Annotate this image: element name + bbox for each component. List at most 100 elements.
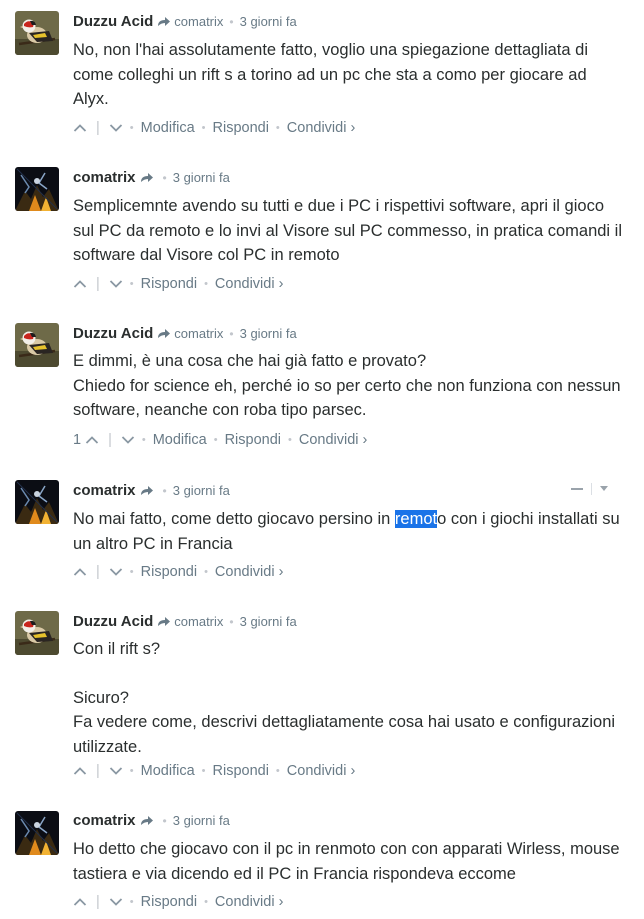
- reply-button[interactable]: Rispondi: [213, 120, 269, 136]
- separator-dot: •: [129, 278, 134, 291]
- reply-to-link[interactable]: comatrix: [174, 614, 223, 629]
- share-button[interactable]: Condividi ›: [215, 276, 284, 292]
- downvote-icon[interactable]: [109, 123, 123, 133]
- share-arrow-icon: [140, 171, 154, 183]
- comment-header: Duzzu Acid comatrix • 3 giorni fa: [73, 325, 297, 343]
- text-before-selection: No mai fatto, come detto giocavo persino…: [73, 510, 395, 528]
- timestamp[interactable]: 3 giorni fa: [240, 614, 297, 629]
- comment-text: E dimmi, è una cosa che hai già fatto e …: [73, 352, 427, 370]
- comment-footer: | • Rispondi • Condividi ›: [73, 893, 283, 911]
- upvote-icon[interactable]: [73, 897, 87, 907]
- edit-button[interactable]: Modifica: [141, 120, 195, 136]
- comment-body: Con il rift s? Sicuro? Fa vedere come, d…: [73, 637, 623, 759]
- avatar[interactable]: [15, 323, 59, 367]
- reply-to-link[interactable]: comatrix: [174, 326, 223, 341]
- share-button[interactable]: Condividi ›: [215, 564, 284, 580]
- vote-divider: |: [96, 564, 100, 581]
- author-name[interactable]: Duzzu Acid: [73, 613, 153, 630]
- downvote-icon[interactable]: [109, 897, 123, 907]
- separator-dot: •: [162, 814, 167, 828]
- comment-header: comatrix • 3 giorni fa: [73, 482, 230, 500]
- avatar[interactable]: [15, 611, 59, 655]
- separator-dot: •: [129, 896, 134, 909]
- author-name[interactable]: comatrix: [73, 812, 136, 829]
- vote-divider: |: [96, 276, 100, 293]
- timestamp[interactable]: 3 giorni fa: [240, 326, 297, 341]
- control-divider: [591, 482, 592, 495]
- separator-dot: •: [201, 122, 206, 135]
- avatar[interactable]: [15, 167, 59, 211]
- author-name[interactable]: comatrix: [73, 482, 136, 499]
- collapse-icon[interactable]: [571, 487, 583, 490]
- dark-art-avatar-icon: [15, 811, 59, 855]
- comment-header: comatrix • 3 giorni fa: [73, 812, 230, 830]
- goldfinch-avatar-icon: [15, 611, 59, 655]
- share-button[interactable]: Condividi ›: [287, 120, 356, 136]
- chevron-down-icon[interactable]: [600, 486, 608, 492]
- reply-arrow-icon: [157, 15, 171, 27]
- comment-text: Con il rift s?: [73, 640, 161, 658]
- author-name[interactable]: Duzzu Acid: [73, 325, 153, 342]
- comment-body: Ho detto che giocavo con il pc in renmot…: [73, 837, 623, 886]
- reply-arrow-icon: [157, 615, 171, 627]
- comment-header: Duzzu Acid comatrix • 3 giorni fa: [73, 13, 297, 31]
- separator-dot: •: [201, 765, 206, 778]
- avatar[interactable]: [15, 811, 59, 855]
- separator-dot: •: [275, 765, 280, 778]
- vote-divider: |: [108, 432, 112, 449]
- downvote-icon[interactable]: [109, 766, 123, 776]
- timestamp[interactable]: 3 giorni fa: [173, 483, 230, 498]
- edit-button[interactable]: Modifica: [141, 763, 195, 779]
- separator-dot: •: [229, 615, 234, 629]
- comment-footer: | • Modifica • Rispondi • Condividi ›: [73, 762, 355, 780]
- selected-text: remot: [394, 510, 438, 528]
- vote-divider: |: [96, 763, 100, 780]
- dark-art-avatar-icon: [15, 480, 59, 524]
- timestamp[interactable]: 3 giorni fa: [173, 813, 230, 828]
- edit-button[interactable]: Modifica: [153, 432, 207, 448]
- share-button[interactable]: Condividi ›: [287, 763, 356, 779]
- upvote-icon[interactable]: [73, 766, 87, 776]
- share-button[interactable]: Condividi ›: [299, 432, 368, 448]
- separator-dot: •: [204, 278, 208, 291]
- share-arrow-icon: [140, 814, 154, 826]
- upvote-icon[interactable]: [73, 279, 87, 289]
- upvote-icon[interactable]: [73, 123, 87, 133]
- comment-text: No mai fatto, come detto giocavo persino…: [73, 507, 623, 556]
- separator-dot: •: [204, 896, 208, 909]
- reply-button[interactable]: Rispondi: [225, 432, 281, 448]
- upvote-icon[interactable]: [73, 567, 87, 577]
- separator-dot: •: [213, 434, 218, 447]
- separator-dot: •: [229, 327, 234, 341]
- timestamp[interactable]: 3 giorni fa: [173, 170, 230, 185]
- avatar[interactable]: [15, 11, 59, 55]
- separator-dot: •: [275, 122, 280, 135]
- downvote-icon[interactable]: [109, 567, 123, 577]
- comment-footer: 1 | • Modifica • Rispondi • Condividi ›: [73, 431, 367, 449]
- reply-button[interactable]: Rispondi: [213, 763, 269, 779]
- author-name[interactable]: Duzzu Acid: [73, 13, 153, 30]
- reply-button[interactable]: Rispondi: [141, 894, 197, 910]
- separator-dot: •: [288, 434, 292, 447]
- comment-text: Semplicemnte avendo su tutti e due i PC …: [73, 197, 623, 264]
- comment-body: No mai fatto, come detto giocavo persino…: [73, 507, 623, 556]
- separator-dot: •: [162, 484, 167, 498]
- comment-body: No, non l'hai assolutamente fatto, vogli…: [73, 38, 623, 112]
- timestamp[interactable]: 3 giorni fa: [240, 14, 297, 29]
- separator-dot: •: [129, 122, 134, 135]
- share-button[interactable]: Condividi ›: [215, 894, 284, 910]
- comment-text: Fa vedere come, descrivi dettagliatament…: [73, 713, 616, 756]
- comment-text: Sicuro?: [73, 688, 129, 707]
- comment-body: Semplicemnte avendo su tutti e due i PC …: [73, 194, 623, 268]
- comment-text: No, non l'hai assolutamente fatto, vogli…: [73, 41, 588, 108]
- reply-to-link[interactable]: comatrix: [174, 14, 223, 29]
- reply-button[interactable]: Rispondi: [141, 276, 197, 292]
- downvote-icon[interactable]: [121, 435, 135, 445]
- author-name[interactable]: comatrix: [73, 169, 136, 186]
- reply-button[interactable]: Rispondi: [141, 564, 197, 580]
- comment-text: Ho detto che giocavo con il pc in renmot…: [73, 840, 620, 883]
- avatar[interactable]: [15, 480, 59, 524]
- downvote-icon[interactable]: [109, 279, 123, 289]
- upvote-icon[interactable]: [85, 435, 99, 445]
- vote-divider: |: [96, 894, 100, 911]
